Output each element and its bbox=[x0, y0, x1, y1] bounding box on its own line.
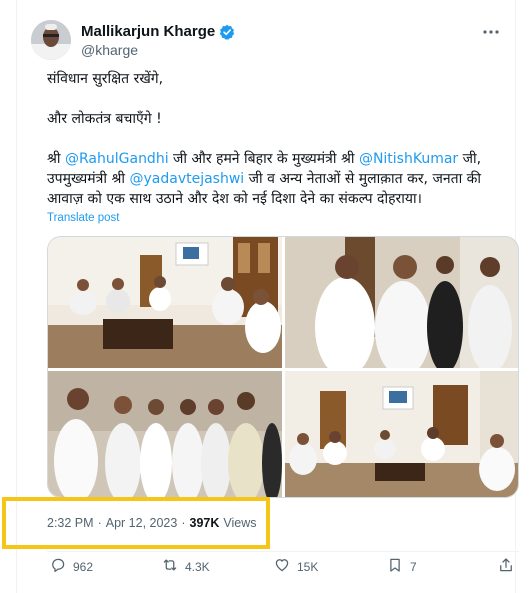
media-grid bbox=[47, 236, 519, 498]
like-count: 15K bbox=[297, 559, 319, 574]
tweet-line: उपमुख्यमंत्री श्री @yadavtejashwi जी व अ… bbox=[47, 171, 482, 187]
reply-count: 962 bbox=[73, 559, 94, 574]
like-button[interactable]: 15K bbox=[273, 556, 318, 577]
mention-link[interactable]: @NitishKumar bbox=[359, 151, 458, 167]
repost-button[interactable]: 4.3K bbox=[161, 556, 210, 577]
author-handle[interactable]: @kharge bbox=[81, 42, 138, 58]
repost-count: 4.3K bbox=[185, 559, 210, 574]
tweet-line: और लोकतंत्र बचाएँगे ! bbox=[47, 111, 162, 127]
repost-icon bbox=[161, 556, 179, 577]
share-button[interactable] bbox=[497, 556, 515, 577]
bookmark-button[interactable]: 7 bbox=[386, 556, 417, 577]
bookmark-icon bbox=[386, 556, 404, 577]
more-icon[interactable] bbox=[479, 22, 503, 42]
tweet-line: श्री @RahulGandhi जी और हमने बिहार के मु… bbox=[47, 151, 482, 167]
author-name[interactable]: Mallikarjun Kharge bbox=[81, 23, 215, 40]
share-icon bbox=[497, 556, 515, 577]
verified-badge-icon bbox=[219, 24, 235, 40]
photo-4[interactable] bbox=[285, 371, 518, 497]
mention-link[interactable]: @yadavtejashwi bbox=[129, 171, 244, 187]
reply-button[interactable]: 962 bbox=[49, 556, 93, 577]
divider bbox=[47, 551, 519, 552]
tweet-header: Mallikarjun Kharge @kharge bbox=[31, 18, 503, 64]
like-icon bbox=[273, 556, 291, 577]
bookmark-count: 7 bbox=[410, 559, 417, 574]
photo-1[interactable] bbox=[48, 237, 282, 368]
mention-link[interactable]: @RahulGandhi bbox=[65, 151, 169, 167]
action-bar: 962 4.3K 15K 7 bbox=[47, 556, 519, 578]
tweet-line: संविधान सुरक्षित रखेंगे, bbox=[47, 71, 164, 87]
avatar[interactable] bbox=[31, 20, 71, 60]
tweet-text: संविधान सुरक्षित रखेंगे, और लोकतंत्र बचा… bbox=[47, 69, 507, 209]
photo-2[interactable] bbox=[285, 237, 518, 368]
reply-icon bbox=[49, 556, 67, 577]
translate-post-link[interactable]: Translate post bbox=[47, 212, 119, 224]
photo-3[interactable] bbox=[48, 371, 282, 497]
tweet-line: आवाज़ को एक साथ उठाने और देश को नई दिशा … bbox=[47, 191, 422, 207]
highlight-box bbox=[2, 497, 270, 549]
